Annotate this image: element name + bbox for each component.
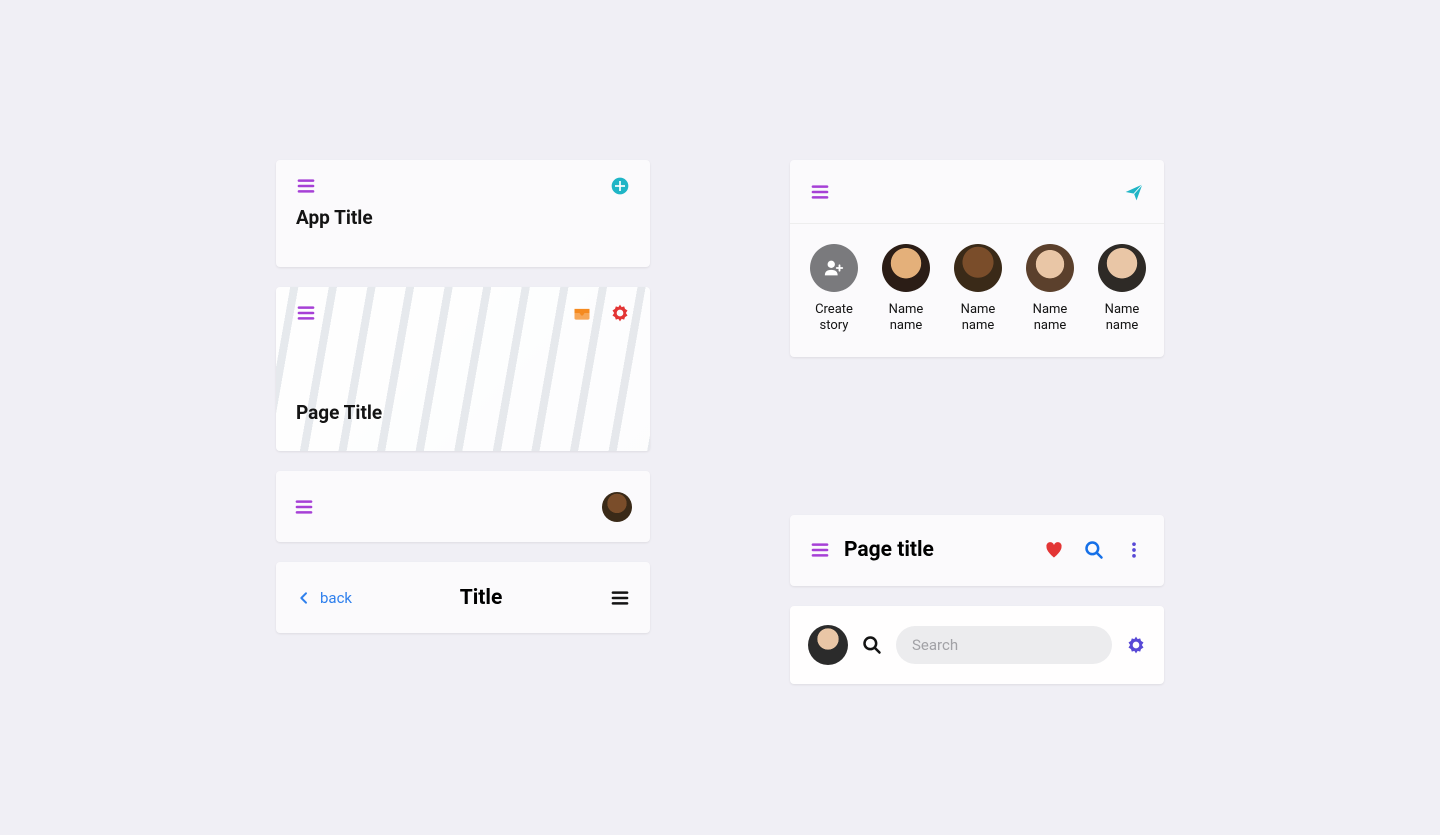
story-label: Name name xyxy=(1105,302,1140,335)
header-card-avatar xyxy=(276,471,650,542)
create-story-button[interactable]: Create story xyxy=(810,244,858,335)
menu-icon[interactable] xyxy=(810,540,830,560)
gear-icon[interactable] xyxy=(610,303,630,323)
header-card-stories: Create story Name name Name name Name na… xyxy=(790,160,1164,357)
story-item[interactable]: Name name xyxy=(954,244,1002,335)
avatar[interactable] xyxy=(808,625,848,665)
avatar xyxy=(954,244,1002,292)
story-label: Name name xyxy=(1033,302,1068,335)
avatar[interactable] xyxy=(602,492,632,522)
menu-icon[interactable] xyxy=(610,588,630,608)
search-input[interactable]: Search xyxy=(896,626,1112,664)
story-label: Name name xyxy=(961,302,996,335)
search-icon[interactable] xyxy=(862,635,882,655)
header-card-back-title: back Title xyxy=(276,562,650,633)
user-plus-icon xyxy=(810,244,858,292)
story-label: Create story xyxy=(815,302,853,335)
story-item[interactable]: Name name xyxy=(882,244,930,335)
center-title: Title xyxy=(460,586,503,610)
header-card-search: Search xyxy=(790,606,1164,684)
app-title: App Title xyxy=(276,196,650,247)
avatar xyxy=(1098,244,1146,292)
avatar xyxy=(1026,244,1074,292)
search-icon[interactable] xyxy=(1084,540,1104,560)
story-label: Name name xyxy=(889,302,924,335)
menu-icon[interactable] xyxy=(810,182,830,202)
story-item[interactable]: Name name xyxy=(1098,244,1146,335)
header-card-page-title-image: Page Title xyxy=(276,287,650,451)
header-card-page-title-actions: Page title xyxy=(790,515,1164,586)
back-button[interactable]: back xyxy=(296,589,352,607)
add-icon[interactable] xyxy=(610,176,630,196)
search-placeholder: Search xyxy=(912,636,958,654)
header-card-app-title: App Title xyxy=(276,160,650,267)
heart-icon[interactable] xyxy=(1044,540,1064,560)
gear-icon[interactable] xyxy=(1126,635,1146,655)
back-label: back xyxy=(320,589,352,607)
menu-icon[interactable] xyxy=(294,497,314,517)
story-item[interactable]: Name name xyxy=(1026,244,1074,335)
avatar xyxy=(882,244,930,292)
page-title: Page title xyxy=(844,538,934,562)
menu-icon[interactable] xyxy=(296,176,316,196)
inbox-icon[interactable] xyxy=(572,303,592,323)
page-title: Page Title xyxy=(276,323,650,442)
menu-icon[interactable] xyxy=(296,303,316,323)
more-vertical-icon[interactable] xyxy=(1124,540,1144,560)
send-icon[interactable] xyxy=(1124,182,1144,202)
